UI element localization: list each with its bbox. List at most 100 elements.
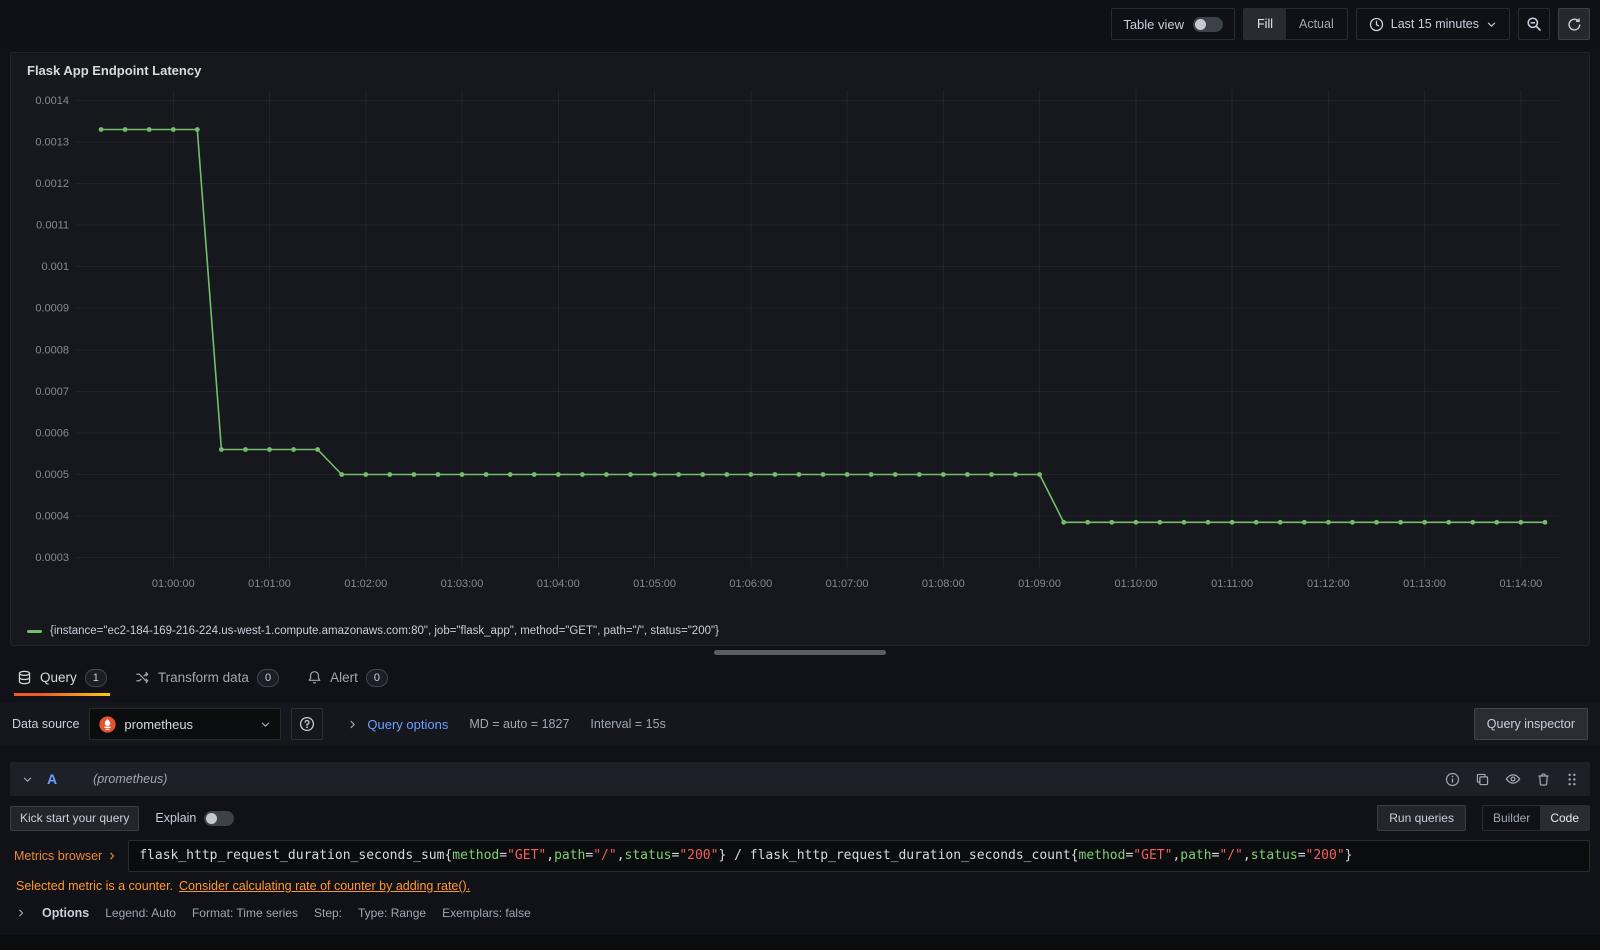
kick-start-query-button[interactable]: Kick start your query [10,805,140,831]
query-ref-id: A [47,771,58,787]
svg-text:0.0011: 0.0011 [36,220,69,232]
query-row-actions [1445,771,1578,787]
svg-text:0.0013: 0.0013 [35,137,69,149]
explain-label: Explain [155,811,197,825]
panel-title: Flask App Endpoint Latency [27,63,202,78]
tab-query-label: Query [40,670,77,685]
datasource-select[interactable]: prometheus [89,708,282,740]
duplicate-query-icon[interactable] [1475,772,1490,787]
svg-text:01:01:00: 01:01:00 [248,578,291,590]
svg-text:01:00:00: 01:00:00 [152,578,195,590]
svg-text:0.0008: 0.0008 [35,344,69,356]
query-inspector-button[interactable]: Query inspector [1473,708,1588,740]
datasource-help-button[interactable] [291,708,324,740]
builder-option[interactable]: Builder [1483,806,1540,830]
panel-editor-toolbar: Table view Fill Actual Last 15 minutes [0,0,1600,48]
chevron-right-icon [347,719,358,730]
svg-text:01:10:00: 01:10:00 [1114,578,1157,590]
database-icon [17,670,32,685]
query-datasource-hint: (prometheus) [93,772,168,786]
chart-plot-area[interactable]: 0.0003 0.0004 0.0005 0.0006 0.0007 0.0008 0.00… [25,82,1575,622]
query-options-label: Query options [367,716,449,732]
time-range-picker[interactable]: Last 15 minutes [1355,8,1510,40]
legend-series-label[interactable]: {instance="ec2-184-169-216-224.us-west-1… [50,625,719,637]
builder-code-segmented: Builder Code [1481,805,1590,831]
add-rate-link[interactable]: Consider calculating rate of counter by … [179,879,470,893]
svg-text:01:06:00: 01:06:00 [729,578,772,590]
datasource-label: Data source [12,717,80,731]
tab-query-count-badge: 1 [84,668,107,687]
shuffle-icon [135,670,150,685]
svg-text:01:11:00: 01:11:00 [1211,578,1253,590]
timeseries-chart: 0.0003 0.0004 0.0005 0.0006 0.0007 0.0008 0.00… [35,90,1561,590]
zoom-out-icon [1526,16,1542,32]
toggle-visibility-eye-icon[interactable] [1505,771,1521,787]
max-data-points-value: MD = auto = 1827 [469,717,570,731]
svg-text:0.0003: 0.0003 [35,552,69,564]
svg-text:01:04:00: 01:04:00 [537,578,580,590]
warning-text: Selected metric is a counter. [16,879,174,893]
page-bottom-strip [0,935,1600,950]
query-options-collapse[interactable]: Query options MD = auto = 1827 Interval … [347,716,666,732]
datasource-row: Data source prometheus Query options MD … [0,702,1600,746]
query-help-icon[interactable] [1445,772,1460,787]
interval-value: Interval = 15s [590,717,666,731]
svg-text:01:03:00: 01:03:00 [441,578,484,590]
table-view-control: Table view [1111,8,1236,40]
query-row-header[interactable]: A (prometheus) [10,762,1590,796]
remove-query-trash-icon[interactable] [1536,772,1551,787]
svg-text:0.0014: 0.0014 [35,95,69,107]
svg-text:01:13:00: 01:13:00 [1403,578,1446,590]
drag-handle-grip-icon[interactable] [1566,772,1578,787]
svg-text:0.001: 0.001 [41,261,69,273]
help-circle-icon [299,716,315,732]
svg-text:0.0004: 0.0004 [35,511,69,523]
bell-icon [307,670,322,685]
chevron-down-icon [1486,19,1497,30]
horizontal-scrollbar-thumb[interactable] [714,650,886,655]
horizontal-scrollbar-track [0,646,1600,659]
tab-query[interactable]: Query 1 [14,659,110,696]
tab-transform-data[interactable]: Transform data 0 [132,659,282,696]
svg-text:0.0005: 0.0005 [35,469,69,481]
tab-alert-count-badge: 0 [365,668,388,687]
metrics-browser-label: Metrics browser [14,849,103,863]
svg-text:0.0007: 0.0007 [35,386,69,398]
run-queries-button[interactable]: Run queries [1377,805,1466,831]
svg-text:01:14:00: 01:14:00 [1499,578,1542,590]
refresh-icon [1567,17,1582,32]
counter-warning: Selected metric is a counter. Consider c… [16,879,1590,893]
metrics-browser-button[interactable]: Metrics browser [10,840,128,872]
clock-icon [1369,17,1384,32]
fill-option[interactable]: Fill [1244,9,1286,39]
table-view-toggle[interactable] [1193,16,1224,32]
zoom-out-button[interactable] [1518,8,1550,40]
svg-text:01:09:00: 01:09:00 [1018,578,1061,590]
actual-option[interactable]: Actual [1286,9,1347,39]
explain-toggle[interactable] [204,810,235,826]
tab-alert[interactable]: Alert 0 [304,659,391,696]
promql-query-input[interactable]: flask_http_request_duration_seconds_sum{… [128,840,1590,872]
tab-transform-label: Transform data [157,670,249,685]
options-label: Options [42,906,90,920]
prometheus-logo-icon [99,715,117,733]
svg-text:01:07:00: 01:07:00 [826,578,869,590]
query-options-summary-row[interactable]: Options Legend: Auto Format: Time series S… [16,906,1590,920]
query-editor-toolbar: Kick start your query Explain Run querie… [10,805,1590,831]
svg-text:0.0012: 0.0012 [35,178,69,190]
options-summary-items: Legend: Auto Format: Time series Step: Type… [105,906,531,920]
collapse-chevron-down-icon[interactable] [22,774,33,785]
chevron-right-icon[interactable] [16,908,26,918]
tab-alert-label: Alert [330,670,358,685]
chart-legend: {instance="ec2-184-169-216-224.us-west-1… [25,622,1575,639]
chevron-down-icon [260,719,271,730]
fill-actual-segmented: Fill Actual [1243,8,1348,40]
svg-text:01:08:00: 01:08:00 [922,578,965,590]
svg-text:0.0006: 0.0006 [35,427,69,439]
legend-series-swatch [27,629,42,633]
refresh-button[interactable] [1558,8,1590,40]
code-option[interactable]: Code [1540,806,1589,830]
datasource-name: prometheus [124,716,194,732]
svg-text:01:12:00: 01:12:00 [1307,578,1350,590]
editor-tabs: Query 1 Transform data 0 Alert 0 [0,659,1600,696]
